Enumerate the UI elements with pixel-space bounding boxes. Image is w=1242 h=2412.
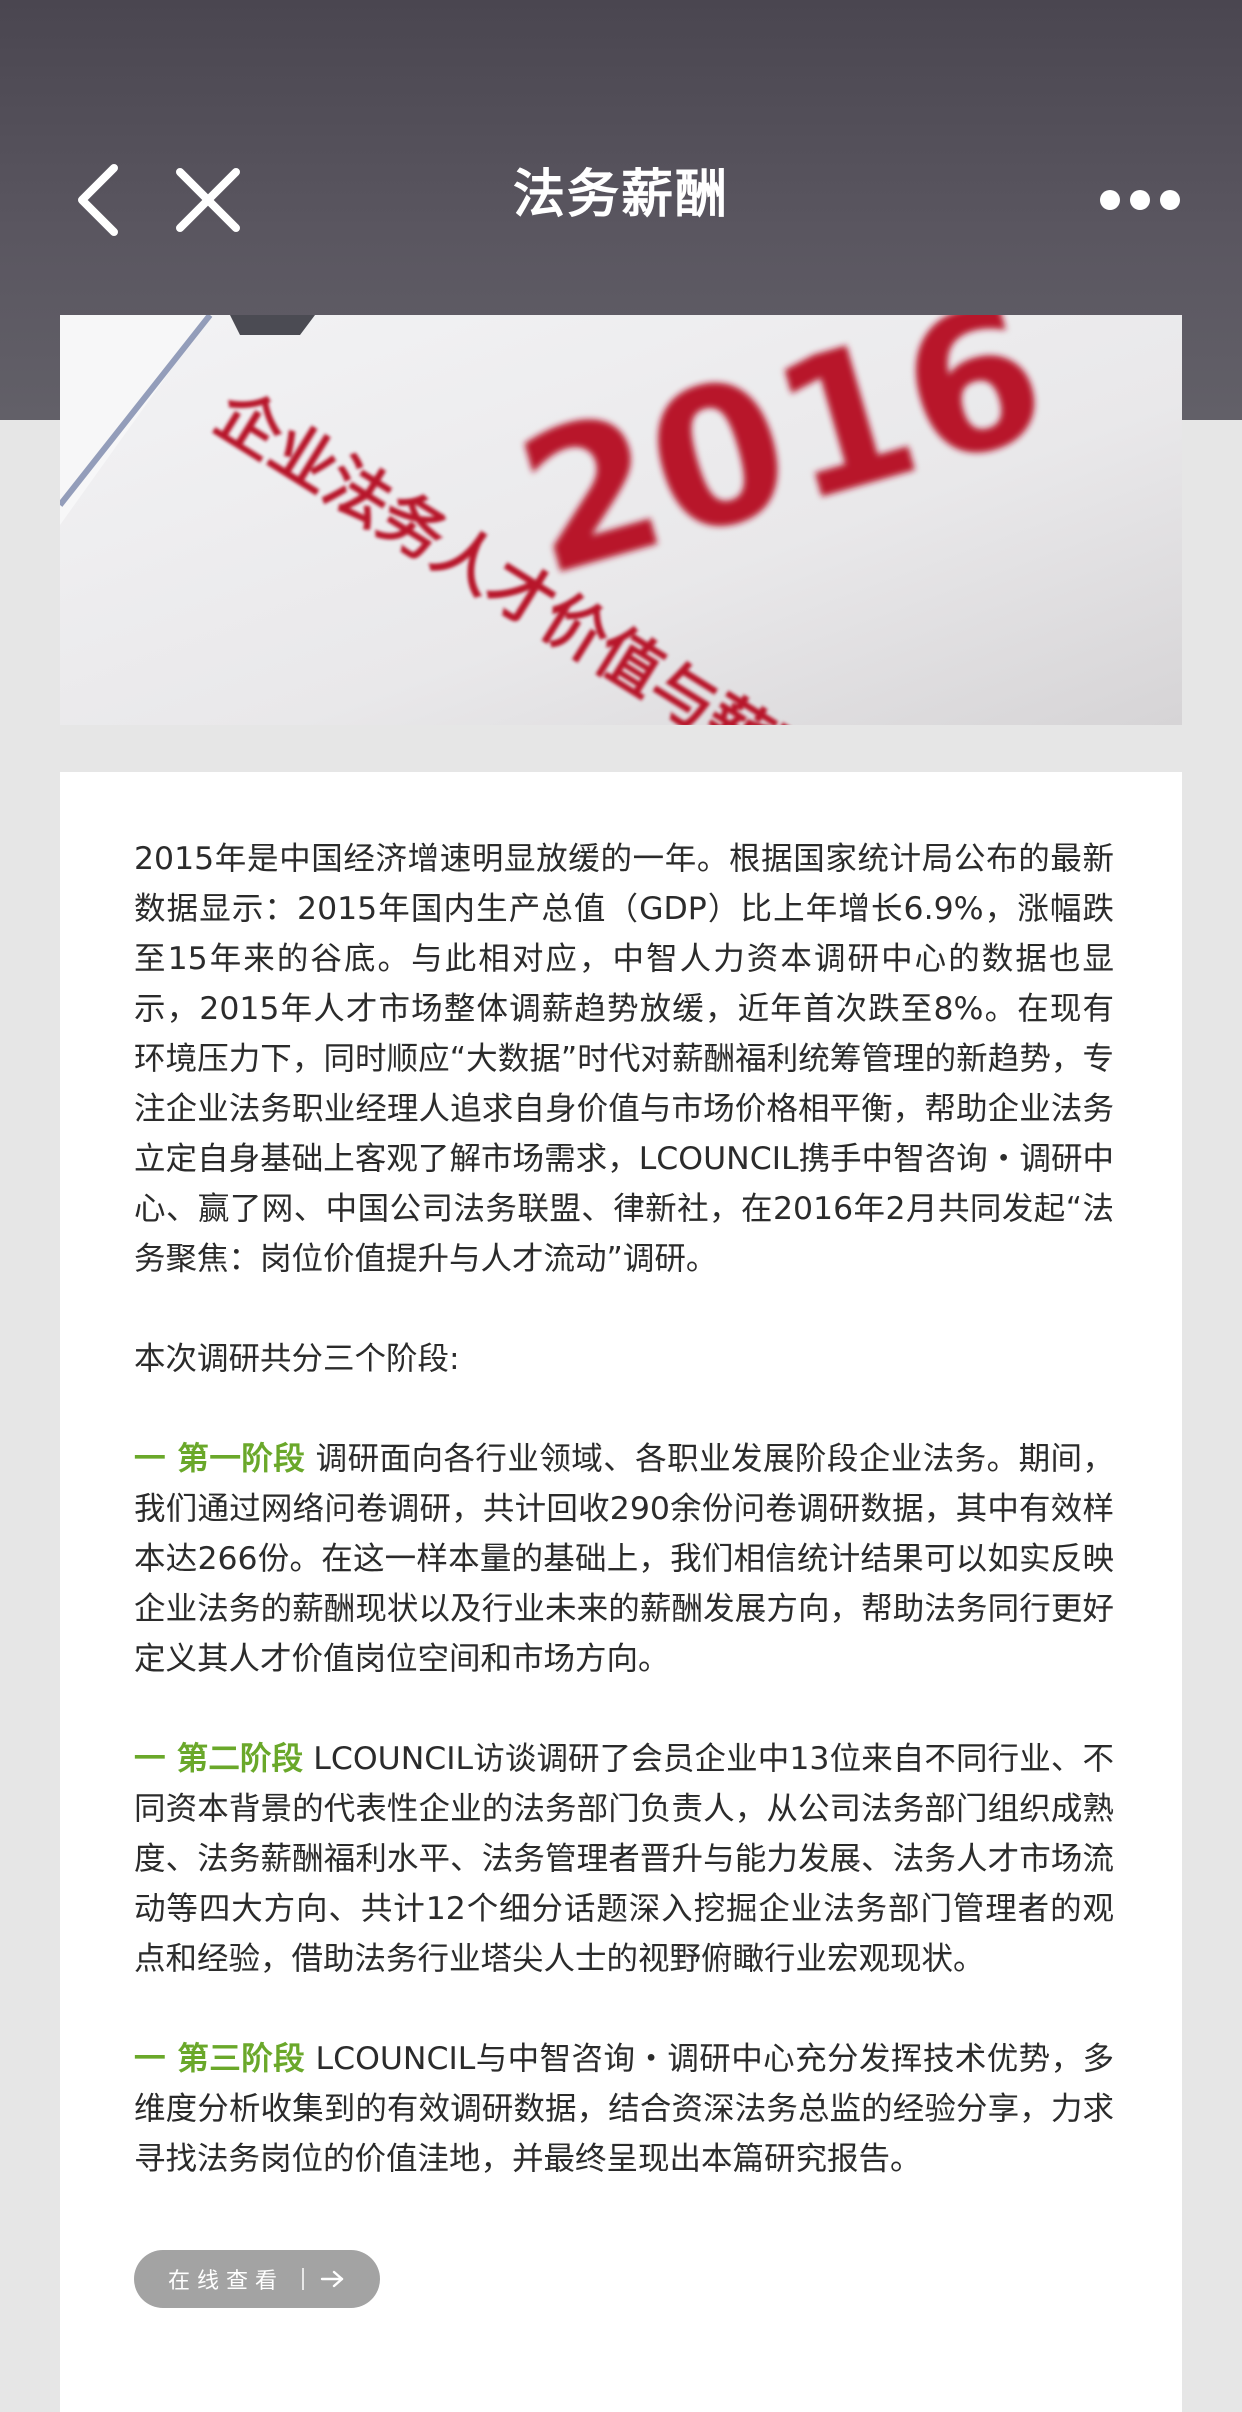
intro-paragraph: 2015年是中国经济增速明显放缓的一年。根据国家统计局公布的最新数据显示：201… (134, 841, 1114, 1277)
more-dots-icon (1100, 190, 1180, 210)
more-button[interactable] (1098, 160, 1182, 240)
view-online-label: 在线查看 (168, 2269, 285, 2294)
stage-3-label: 一 第三阶段 (134, 2041, 306, 2077)
view-online-button[interactable]: 在线查看 (134, 2250, 380, 2308)
arrow-right-icon (320, 2270, 344, 2288)
stage-2-paragraph: 一 第二阶段 LCOUNCIL访谈调研了会员企业中13位来自不同行业、不同资本背… (134, 1734, 1114, 1984)
stage-1-paragraph: 一 第一阶段 调研面向各行业领域、各职业发展阶段企业法务。期间，我们通过网络问卷… (134, 1434, 1114, 1684)
page-title: 法务薪酬 (512, 165, 729, 225)
stage-2-label: 一 第二阶段 (134, 1741, 304, 1777)
stages-intro: 本次调研共分三个阶段: (134, 1341, 460, 1377)
report-cover-photo: 2016 企业法务人才价值与薪酬福利报告 (60, 315, 1182, 725)
stage-1-label: 一 第一阶段 (134, 1441, 306, 1477)
article-card: 2015年是中国经济增速明显放缓的一年。根据国家统计局公布的最新数据显示：201… (60, 772, 1182, 2412)
button-divider (302, 2268, 304, 2290)
article-body: 2015年是中国经济增速明显放缓的一年。根据国家统计局公布的最新数据显示：201… (134, 834, 1114, 2234)
stage-3-paragraph: 一 第三阶段 LCOUNCIL与中智咨询・调研中心充分发挥技术优势，多维度分析收… (134, 2034, 1114, 2184)
banner-image: 2016 企业法务人才价值与薪酬福利报告 (60, 315, 1182, 725)
navigation-bar: 法务薪酬 (0, 130, 1242, 250)
